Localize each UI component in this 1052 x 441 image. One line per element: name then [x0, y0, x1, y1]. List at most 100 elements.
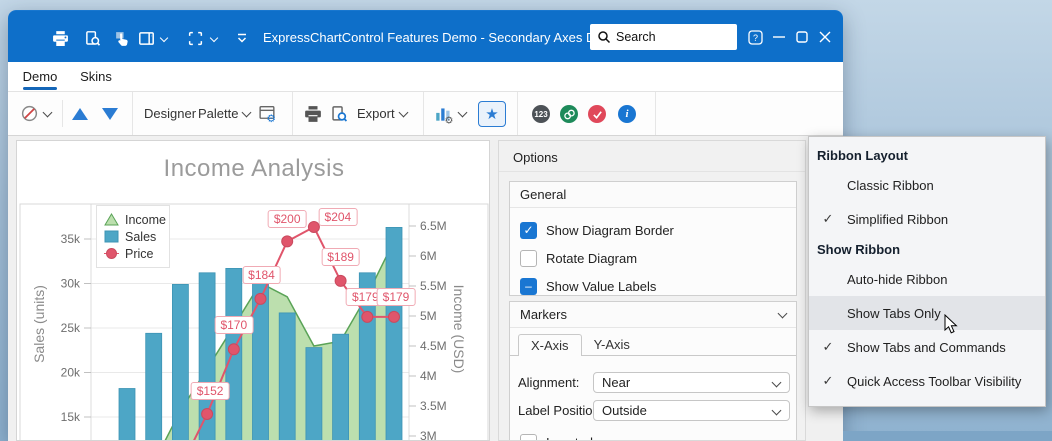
checkbox-checked-icon: ✓: [520, 222, 537, 239]
options-title: Options: [513, 150, 558, 165]
tab-skins[interactable]: Skins: [78, 62, 114, 91]
no-fill-button[interactable]: [16, 92, 55, 135]
left-axis-tick-label: 30k: [61, 277, 81, 291]
checkbox-show-value-labels[interactable]: – Show Value Labels: [510, 272, 796, 300]
move-down-button[interactable]: [98, 92, 122, 135]
help-button[interactable]: ?: [744, 27, 766, 47]
right-axis-title: Income (USD): [451, 229, 467, 429]
sales-bar: [253, 282, 269, 441]
general-header: General: [510, 182, 796, 208]
menu-item-auto-hide-ribbon[interactable]: Auto-hide Ribbon: [809, 262, 1045, 296]
link-icon: [563, 108, 576, 121]
checkbox-unchecked-icon: [520, 250, 537, 267]
price-point: [308, 222, 319, 233]
favorite-toggle-button[interactable]: ★: [478, 101, 506, 127]
checkbox-inverted[interactable]: Inverted: [510, 428, 796, 441]
ribbon-print-button[interactable]: [300, 92, 326, 135]
menu-item-show-tabs-and-commands[interactable]: ✓ Show Tabs and Commands: [809, 330, 1045, 364]
area-marker-icon: [104, 213, 119, 226]
printer-icon: [304, 105, 322, 123]
triangle-up-icon: [72, 108, 88, 120]
mouse-cursor: [944, 314, 959, 336]
search-input[interactable]: Search: [590, 24, 737, 50]
menu-header-show-ribbon: Show Ribbon: [809, 236, 1045, 262]
checkbox-unchecked-icon: [520, 434, 537, 441]
print-preview-icon[interactable]: [82, 28, 102, 48]
menu-item-qat-visibility[interactable]: ✓ Quick Access Toolbar Visibility: [809, 364, 1045, 398]
panel-layout-dropdown-icon[interactable]: [158, 28, 170, 48]
move-up-button[interactable]: [68, 92, 92, 135]
price-point: [335, 275, 346, 286]
selection-dropdown-icon[interactable]: [208, 28, 220, 48]
menu-item-simplified-ribbon[interactable]: ✓ Simplified Ribbon: [809, 202, 1045, 236]
selection-brackets-icon[interactable]: [185, 28, 205, 48]
menu-item-show-tabs-only[interactable]: Show Tabs Only: [809, 296, 1045, 330]
tab-y-axis[interactable]: Y-Axis: [582, 334, 642, 356]
customize-qat-icon[interactable]: [232, 28, 252, 48]
left-axis-tick-label: 20k: [61, 366, 81, 380]
sales-bar: [386, 227, 402, 441]
window-title: ExpressChartControl Features Demo - Seco…: [263, 11, 621, 63]
menu-item-classic-ribbon[interactable]: Classic Ribbon: [809, 168, 1045, 202]
tab-x-axis[interactable]: X-Axis: [518, 334, 582, 356]
taskbar-edge: [843, 431, 1052, 441]
sales-bar: [359, 273, 375, 441]
bar-marker-icon: [104, 230, 119, 243]
designer-button[interactable]: Designer: [140, 92, 200, 135]
markers-header[interactable]: Markers: [510, 302, 796, 328]
chevron-down-icon: [458, 107, 468, 117]
ribbon-display-options-menu: Ribbon Layout Classic Ribbon ✓ Simplifie…: [808, 136, 1046, 407]
alignment-label: Alignment:: [518, 375, 579, 390]
app-window: ExpressChartControl Features Demo - Seco…: [8, 10, 843, 441]
chevron-down-icon: [772, 378, 782, 388]
right-axis-tick-label: 5.5M: [420, 279, 447, 293]
palette-button[interactable]: Palette: [194, 92, 254, 135]
price-point: [255, 293, 266, 304]
group-separator: [423, 92, 424, 135]
checkbox-show-diagram-border[interactable]: ✓ Show Diagram Border: [510, 216, 796, 244]
svg-text:⚙: ⚙: [445, 115, 454, 124]
left-axis-tick-label: 35k: [61, 232, 81, 246]
numbers-badge-button[interactable]: 123: [532, 105, 550, 123]
export-button[interactable]: Export: [353, 92, 411, 135]
sales-bar: [306, 348, 322, 441]
right-axis-tick-label: 3.5M: [420, 399, 447, 413]
options-panel: Options General ✓ Show Diagram Border Ro…: [498, 140, 806, 441]
no-fill-icon: [20, 104, 39, 123]
check-badge-button[interactable]: [588, 105, 606, 123]
x-axis-tab-page: Alignment: Near Label Position: Outside: [510, 355, 796, 441]
customization-form-button[interactable]: ⚙: [254, 92, 281, 135]
checkbox-rotate-diagram[interactable]: Rotate Diagram: [510, 244, 796, 272]
label-position-dropdown[interactable]: Outside: [593, 400, 790, 421]
hand-tool-icon[interactable]: [112, 28, 132, 48]
search-placeholder: Search: [616, 30, 656, 44]
star-icon: ★: [485, 107, 498, 122]
price-point: [228, 344, 239, 355]
info-badge-button[interactable]: i: [618, 105, 636, 123]
chart-plot: 35k30k25k20k15k6.5M6M5.5M5M4.5M4M3.5M3M: [17, 141, 490, 441]
print-icon[interactable]: [50, 28, 70, 48]
tab-demo[interactable]: Demo: [23, 62, 57, 91]
chart-settings-button[interactable]: ⚙: [430, 92, 470, 135]
chevron-down-icon: [398, 107, 408, 117]
label-position-field: Label Position: Outside: [510, 400, 796, 421]
right-axis-tick-label: 4M: [420, 369, 437, 383]
close-button[interactable]: [814, 27, 836, 47]
ribbon-toolbar: Designer Palette ⚙ Export ⚙ ★ 123: [8, 92, 843, 136]
svg-text:⚙: ⚙: [266, 113, 275, 123]
sales-bar: [279, 313, 295, 441]
sales-bar: [333, 334, 349, 441]
sales-bar: [119, 389, 135, 441]
chart-panel: Income Analysis 35k30k25k20k15k6.5M6M5.5…: [16, 140, 490, 441]
checkmark-icon: ✓: [809, 211, 847, 227]
maximize-button[interactable]: [791, 27, 813, 47]
group-separator: [655, 92, 656, 135]
minimize-button[interactable]: [768, 27, 790, 47]
group-separator: [292, 92, 293, 135]
alignment-dropdown[interactable]: Near: [593, 372, 790, 393]
chart-gear-icon: ⚙: [434, 104, 454, 124]
panel-layout-icon[interactable]: [136, 28, 156, 48]
chevron-down-icon: [43, 107, 53, 117]
ribbon-preview-button[interactable]: [326, 92, 352, 135]
link-badge-button[interactable]: [560, 105, 578, 123]
